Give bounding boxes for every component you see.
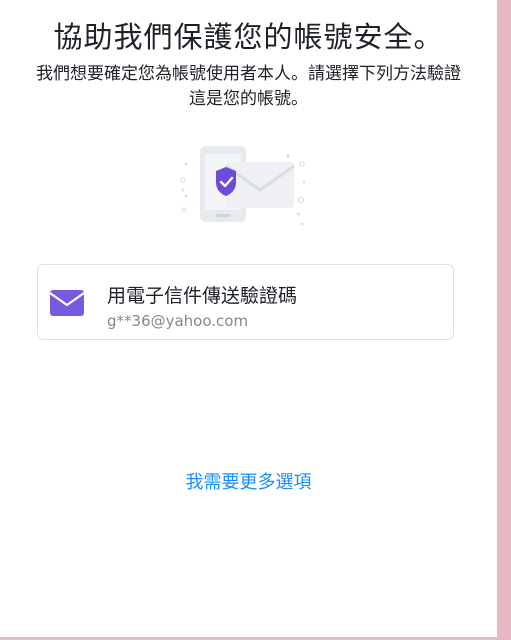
envelope-icon bbox=[49, 290, 85, 316]
email-verification-option[interactable]: 用電子信件傳送驗證碼 g**36@yahoo.com bbox=[37, 264, 454, 340]
option-label: 用電子信件傳送驗證碼 bbox=[107, 285, 298, 307]
more-options-link[interactable]: 我需要更多選項 bbox=[0, 468, 497, 494]
phone-email-shield-icon bbox=[178, 140, 312, 232]
page-subtitle: 我們想要確定您為帳號使用者本人。請選擇下列方法驗證這是您的帳號。 bbox=[36, 64, 461, 109]
page-title: 協助我們保護您的帳號安全。 bbox=[53, 20, 444, 54]
option-email-address: g**36@yahoo.com bbox=[107, 312, 249, 330]
verification-panel: 協助我們保護您的帳號安全。 我們想要確定您為帳號使用者本人。請選擇下列方法驗證這… bbox=[0, 0, 497, 637]
